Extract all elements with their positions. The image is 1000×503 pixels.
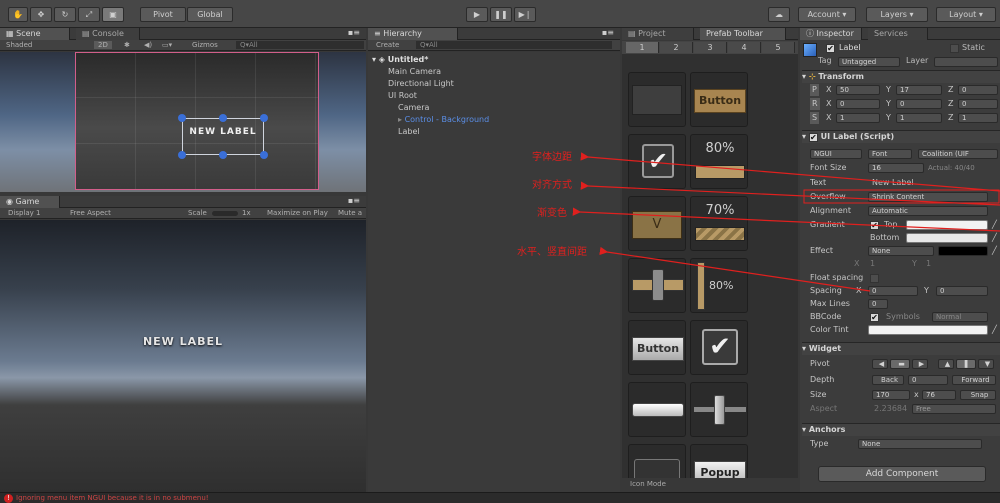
error-icon: ! xyxy=(4,494,13,503)
status-bar[interactable]: ! Ignoring menu item NGUI because it is … xyxy=(0,492,1000,503)
status-message: Ignoring menu item NGUI because it is in… xyxy=(16,494,209,502)
annotation-arrows xyxy=(572,152,1000,292)
annotation-spacing: 水平、竖直间距 xyxy=(517,247,587,258)
arrow-spacing xyxy=(599,246,871,292)
arrow-gradient xyxy=(572,207,1000,232)
annotation-gradient: 渐变色 xyxy=(537,208,567,219)
annotation-alignment: 对齐方式 xyxy=(532,180,572,191)
annotation-font-margin: 字体边距 xyxy=(532,152,572,163)
arrow-font-margin xyxy=(580,152,1000,192)
arrow-alignment xyxy=(580,181,1000,206)
